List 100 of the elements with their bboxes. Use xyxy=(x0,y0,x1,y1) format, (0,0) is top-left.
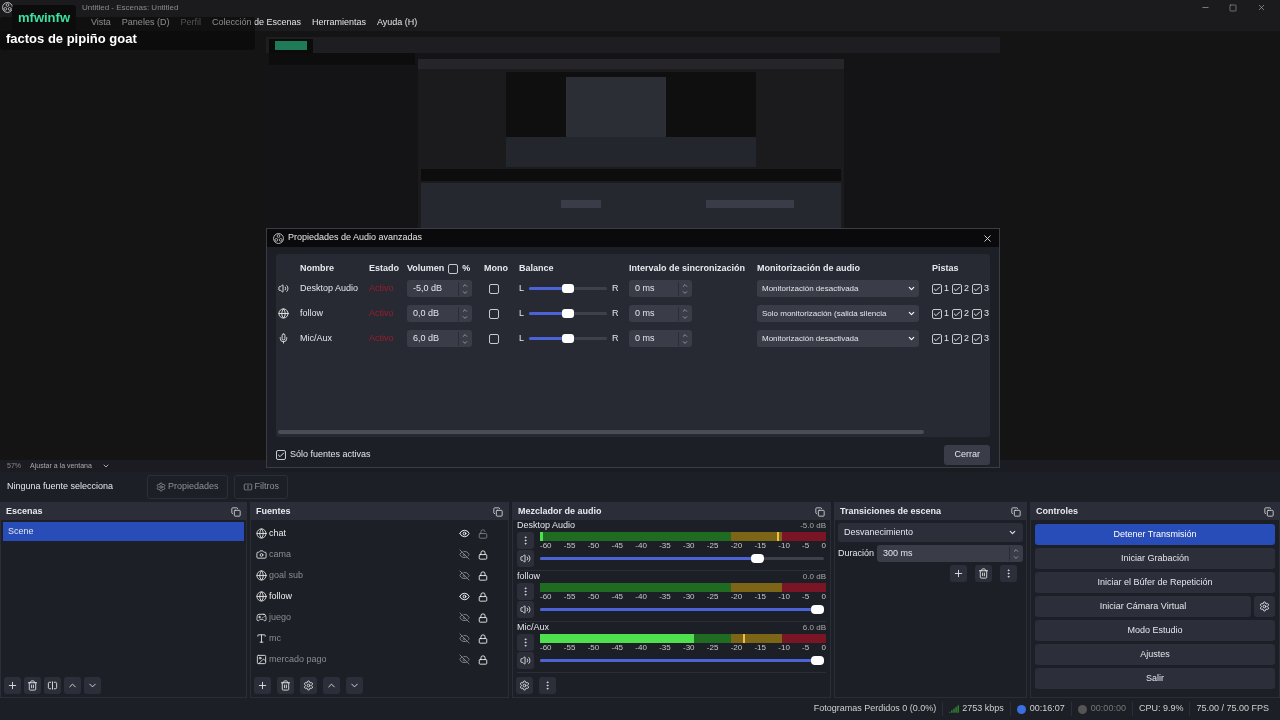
track-checkbox[interactable] xyxy=(972,283,983,294)
track-checkbox[interactable] xyxy=(932,308,942,319)
balance-slider[interactable] xyxy=(529,312,607,315)
control-button[interactable]: Ajustes xyxy=(1035,644,1275,665)
source-item[interactable]: juego xyxy=(269,610,457,625)
menu-item[interactable]: Ayuda (H) xyxy=(377,16,418,30)
menu-button[interactable] xyxy=(1000,565,1017,582)
eye-off-icon[interactable] xyxy=(459,612,470,623)
lock-icon[interactable] xyxy=(478,591,488,602)
eye-icon[interactable] xyxy=(459,591,470,602)
mute-button[interactable] xyxy=(517,601,534,618)
balance-slider[interactable] xyxy=(529,337,607,340)
column-header: Monitorización de audio xyxy=(757,262,861,276)
eye-icon[interactable] xyxy=(459,528,470,539)
eye-off-icon[interactable] xyxy=(459,570,470,581)
source-item[interactable]: mercado pago xyxy=(269,652,457,667)
menu-button[interactable] xyxy=(517,634,534,651)
control-button[interactable]: Iniciar Grabación xyxy=(1035,548,1275,569)
eye-off-icon[interactable] xyxy=(459,654,470,665)
eye-off-icon[interactable] xyxy=(459,549,470,560)
active-only-checkbox[interactable] xyxy=(276,450,286,460)
track-checkbox[interactable] xyxy=(952,333,962,344)
lock-icon[interactable] xyxy=(478,549,488,560)
control-button[interactable]: Modo Estudio xyxy=(1035,620,1275,641)
filter-button[interactable] xyxy=(44,677,61,694)
eye-off-icon[interactable] xyxy=(459,633,470,644)
dock-title: Mezclador de audio xyxy=(518,504,602,518)
monitoring-dropdown[interactable]: Solo monitorización (salida silencia xyxy=(757,305,919,322)
unlock-icon[interactable] xyxy=(478,528,488,539)
control-button[interactable]: Iniciar el Búfer de Repetición xyxy=(1035,572,1275,593)
settings-button[interactable] xyxy=(300,677,317,694)
track-label: 1 xyxy=(944,306,949,320)
percent-checkbox[interactable] xyxy=(448,264,459,274)
lock-icon[interactable] xyxy=(478,570,488,581)
move-down-button[interactable] xyxy=(346,677,363,694)
mono-checkbox[interactable] xyxy=(489,333,499,344)
move-down-button[interactable] xyxy=(84,677,101,694)
globe-icon xyxy=(256,591,267,602)
delete-button[interactable] xyxy=(277,677,294,694)
add-button[interactable] xyxy=(4,677,21,694)
caret-icon xyxy=(907,284,916,293)
add-button[interactable] xyxy=(950,565,967,582)
track-checkbox[interactable] xyxy=(972,333,983,344)
volume-slider[interactable] xyxy=(540,659,824,662)
track-checkbox[interactable] xyxy=(932,333,942,344)
menu-button[interactable] xyxy=(517,532,534,549)
control-button[interactable]: Iniciar Cámara Virtual xyxy=(1035,596,1251,617)
menu-item[interactable]: Vista xyxy=(91,16,111,30)
delete-button[interactable] xyxy=(24,677,41,694)
track-checkbox[interactable] xyxy=(972,308,983,319)
settings-button[interactable] xyxy=(1254,596,1275,617)
column-header: Volumen xyxy=(407,262,445,276)
balance-slider[interactable] xyxy=(529,287,607,290)
track-checkbox[interactable] xyxy=(952,283,962,294)
close-icon[interactable] xyxy=(982,232,993,244)
control-button[interactable]: Detener Transmisión xyxy=(1035,524,1275,545)
volume-slider[interactable] xyxy=(540,557,824,560)
control-button[interactable]: Salir xyxy=(1035,668,1275,689)
monitoring-dropdown[interactable]: Monitorización desactivada xyxy=(757,280,919,297)
split-square-icon xyxy=(47,680,58,691)
scene-item[interactable]: Scene xyxy=(3,522,244,541)
settings-button[interactable] xyxy=(516,677,533,694)
scale-label: -55 xyxy=(563,592,576,601)
lock-icon[interactable] xyxy=(478,612,488,623)
mute-button[interactable] xyxy=(517,652,534,669)
undock-icon[interactable] xyxy=(1264,506,1274,517)
monitoring-dropdown[interactable]: Monitorización desactivada xyxy=(757,330,919,347)
source-item[interactable]: follow xyxy=(269,589,457,604)
menu-button[interactable] xyxy=(517,583,534,600)
volume-slider[interactable] xyxy=(540,608,824,611)
mono-checkbox[interactable] xyxy=(489,283,499,294)
transition-dropdown[interactable]: Desvanecimiento xyxy=(838,523,1023,542)
source-item[interactable]: goal sub xyxy=(269,568,457,583)
delete-button[interactable] xyxy=(975,565,992,582)
add-button[interactable] xyxy=(254,677,271,694)
source-item[interactable]: cama xyxy=(269,547,457,562)
menu-button[interactable] xyxy=(539,677,556,694)
track-checkbox[interactable] xyxy=(952,308,962,319)
scale-label: -15 xyxy=(754,592,766,601)
scale-label: -60 xyxy=(540,592,552,601)
menu-item[interactable]: Paneles (D) xyxy=(121,16,170,30)
source-item[interactable]: mc xyxy=(269,631,457,646)
mute-button[interactable] xyxy=(517,550,534,567)
track-checkbox[interactable] xyxy=(932,283,942,294)
menu-item[interactable]: Colección de Escenas xyxy=(211,16,301,30)
maximize-icon[interactable] xyxy=(1229,3,1237,12)
mono-checkbox[interactable] xyxy=(489,308,499,319)
column-header: Estado xyxy=(369,262,400,276)
menu-item[interactable]: Herramientas xyxy=(311,16,366,30)
speaker-icon xyxy=(520,655,531,666)
lock-icon[interactable] xyxy=(478,633,488,644)
undock-icon[interactable] xyxy=(1011,506,1021,517)
undock-icon[interactable] xyxy=(231,506,241,517)
horizontal-scrollbar[interactable] xyxy=(278,430,924,434)
move-up-button[interactable] xyxy=(323,677,340,694)
source-item[interactable]: chat xyxy=(269,526,457,541)
undock-icon[interactable] xyxy=(493,506,503,517)
close-button[interactable]: Cerrar xyxy=(944,445,990,465)
undock-icon[interactable] xyxy=(815,506,825,517)
lock-icon[interactable] xyxy=(478,654,488,665)
